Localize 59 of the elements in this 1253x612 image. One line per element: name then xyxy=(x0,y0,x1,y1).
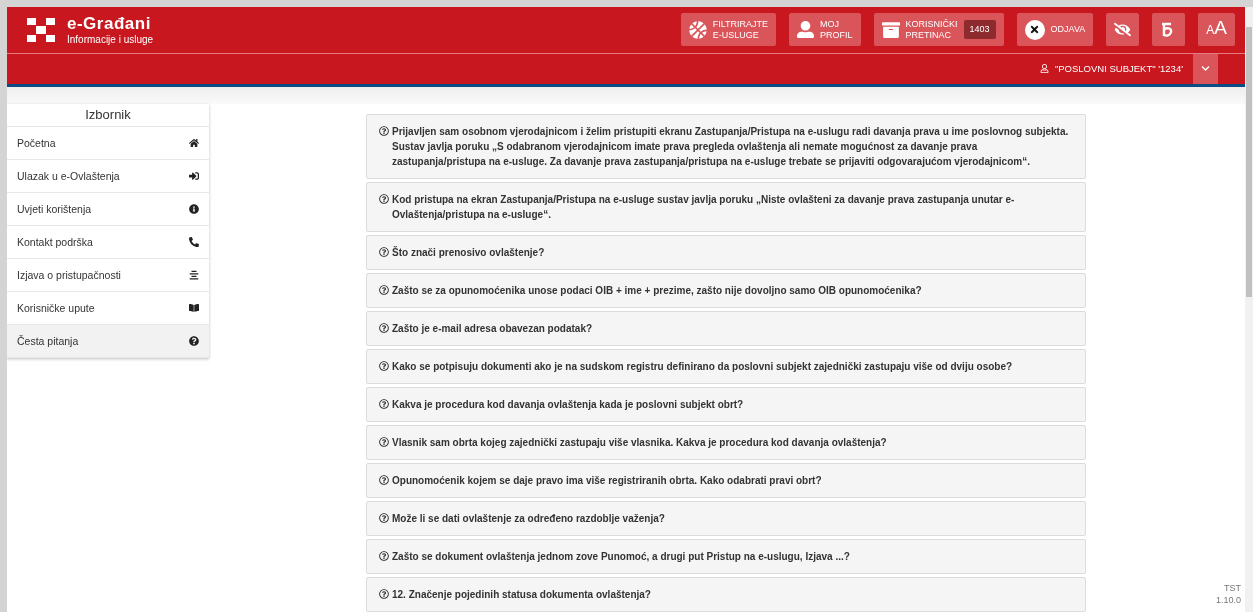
logout-button[interactable]: ODJAVA xyxy=(1016,13,1094,47)
faq-question[interactable]: Može li se dati ovlaštenje za određeno razdoblje važenja? xyxy=(366,501,1086,536)
help-icon xyxy=(379,475,389,485)
user-name: "POSLOVNI SUBJEKT" '1234' xyxy=(1054,63,1183,75)
help-icon xyxy=(379,194,389,204)
menu-item[interactable]: Uvjeti korištenja xyxy=(7,193,209,226)
help-icon xyxy=(379,513,389,523)
archive-icon xyxy=(881,20,900,39)
chevron-down-icon xyxy=(1201,64,1210,74)
info-icon xyxy=(189,204,199,214)
book-icon xyxy=(189,303,199,313)
menu-item[interactable]: Kontakt podrška xyxy=(7,226,209,259)
font-icon xyxy=(1160,21,1175,38)
faq-question[interactable]: Kako se potpisuju dokumenti ako je na sudskom registru definirano da poslovni subjekt zajednički zastupaju više od dviju osobe? xyxy=(366,349,1086,384)
faq-question[interactable]: Vlasnik sam obrta kojeg zajednički zastupaju više vlasnika. Kakva je procedura kod davanja ovlaštenja? xyxy=(366,425,1086,460)
sign-in-icon xyxy=(189,171,199,181)
help-icon xyxy=(379,126,389,136)
inbox-button[interactable]: KORISNIČKI PRETINAC 1403 xyxy=(873,13,1004,47)
faq-question[interactable]: Zašto se za opunomoćenika unose podaci OIB + ime + prezime, zašto nije dovoljno samo OIB opunomoćenika? xyxy=(366,273,1086,308)
home-icon xyxy=(189,138,199,148)
count-badge: 1403 xyxy=(963,20,996,40)
menu-item[interactable]: Česta pitanja xyxy=(7,325,209,358)
help-icon xyxy=(379,437,389,447)
faq-question[interactable]: Zašto je e-mail adresa obavezan podatak? xyxy=(366,311,1086,346)
globe-button[interactable]: FILTRIRAJTE E-USLUGE xyxy=(680,13,777,47)
profile-icon xyxy=(797,21,815,39)
faq-question[interactable]: 12. Značenje pojedinih statusa dokumenta ovlaštenja? xyxy=(366,577,1086,612)
help-icon xyxy=(189,336,199,346)
version-label: 1.10.0 xyxy=(1215,594,1241,606)
menu-item[interactable]: Ulazak u e-Ovlaštenja xyxy=(7,160,209,193)
menu-item[interactable]: Korisničke upute xyxy=(7,292,209,325)
help-icon xyxy=(379,551,389,561)
logo-subtitle: Informacije i usluge xyxy=(67,34,154,46)
faq-question[interactable]: Što znači prenosivo ovlaštenje? xyxy=(366,235,1086,270)
help-icon xyxy=(379,285,389,295)
phone-icon xyxy=(189,237,199,247)
help-icon xyxy=(379,589,389,599)
environment-label: TST xyxy=(1223,582,1241,594)
user-icon xyxy=(1039,64,1049,74)
help-icon xyxy=(379,247,389,257)
faq-question[interactable]: Kod pristupa na ekran Zastupanja/Pristupa na e-usluge sustav javlja poruku „Niste ovlašteni za davanje prava zastupanja unutar e-Ovlaštenja/pristupa na e-usluge“. xyxy=(366,182,1086,232)
faq-question[interactable]: Zašto se dokument ovlaštenja jednom zove Punomoć, a drugi put Pristup na e-uslugu, Izjava ...? xyxy=(366,539,1086,574)
text-size-button[interactable]: AA xyxy=(1198,13,1235,47)
help-icon xyxy=(379,323,389,333)
close-icon xyxy=(1024,19,1045,40)
eye-off-icon xyxy=(1114,21,1132,39)
logo-title: e-Građani xyxy=(67,14,152,35)
help-icon xyxy=(379,361,389,371)
faq-question[interactable]: Kakva je procedura kod davanja ovlaštenja kada je poslovni subjekt obrt? xyxy=(366,387,1086,422)
font-button[interactable] xyxy=(1152,13,1186,47)
help-icon xyxy=(379,399,389,409)
eye-off-button[interactable] xyxy=(1106,13,1140,47)
align-center-icon xyxy=(189,270,199,280)
menu-item[interactable]: Početna xyxy=(7,127,209,160)
logo-icon xyxy=(27,17,55,42)
faq-question[interactable]: Prijavljen sam osobnom vjerodajnicom i želim pristupiti ekranu Zastupanja/Pristupa na e-uslugu radi davanja prava u ime poslovnog subjekta. Sustav javlja poruku „S odabranom vjerodajnicom imate prava pregleda ovlaštenja ali nemate mogućnost za davanje prava zastupanja/pristupa na e-usluge. Za davanje prava zastupanja/pristupa na e-usluge trebate se prijaviti odgovarajućom vjerodajnicom“. xyxy=(366,114,1086,179)
faq-question[interactable]: Opunomoćenik kojem se daje pravo ima više registriranih obrta. Kako odabrati pravi obrt? xyxy=(366,463,1086,498)
profile-button[interactable]: MOJ PROFIL xyxy=(789,13,861,47)
menu-item[interactable]: Izjava o pristupačnosti xyxy=(7,259,209,292)
